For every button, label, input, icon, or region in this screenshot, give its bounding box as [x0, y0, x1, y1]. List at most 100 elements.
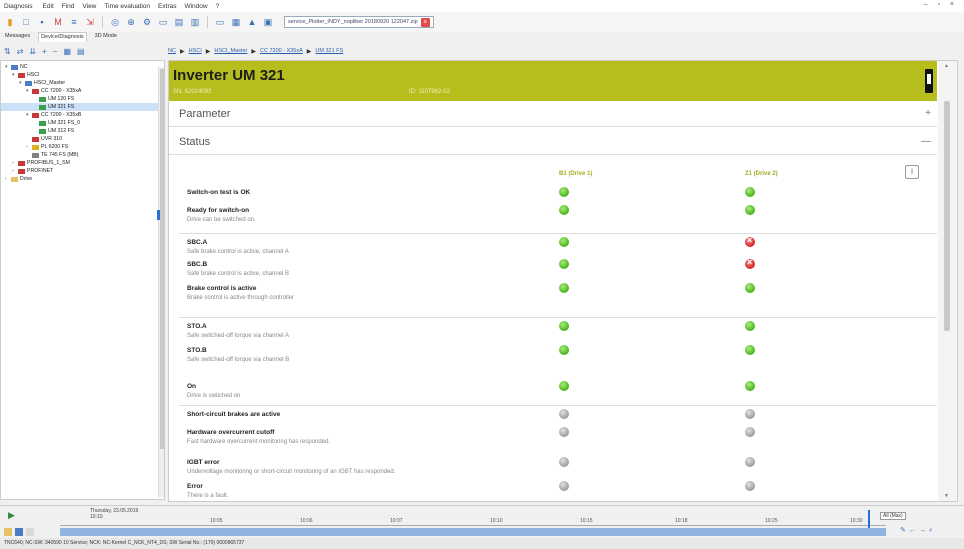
- remove-icon[interactable]: −: [53, 47, 58, 56]
- tree-node[interactable]: UM 120 FS: [1, 95, 164, 103]
- tree-node[interactable]: UVR 310: [1, 135, 164, 143]
- scrollbar-thumb[interactable]: [944, 101, 950, 331]
- panel-icon[interactable]: ▥: [189, 16, 201, 28]
- breadcrumb-cc7200[interactable]: CC 7200 - X35xA: [260, 48, 303, 54]
- window-controls[interactable]: – ▫ ×: [924, 1, 958, 8]
- scroll-down-icon[interactable]: ▼: [944, 493, 949, 499]
- zip-icon[interactable]: ▣: [262, 16, 274, 28]
- settings-icon[interactable]: ⚙: [141, 16, 153, 28]
- tree-node[interactable]: › PROFIBUS_1_SM: [1, 159, 164, 167]
- scroll-up-icon[interactable]: ▲: [944, 63, 949, 69]
- grid-view-icon[interactable]: ▦: [63, 47, 71, 56]
- menu-view[interactable]: View: [82, 3, 96, 10]
- tree-node[interactable]: ▾ NC: [1, 63, 164, 71]
- device-node-icon: [32, 136, 39, 142]
- new-icon[interactable]: □: [20, 16, 32, 28]
- timeline-tick: 10:07: [390, 518, 403, 524]
- back-icon[interactable]: ←: [909, 527, 919, 534]
- window-icon[interactable]: ▭: [157, 16, 169, 28]
- status-row: Hardware overcurrent cutoff Fast hardware…: [169, 427, 937, 449]
- menu-help[interactable]: ?: [216, 3, 220, 10]
- tree-node-label: UM 321 FS: [48, 104, 75, 110]
- device-node-icon: [25, 80, 32, 86]
- tree-node[interactable]: ▾ CC 7200 - X35xA: [1, 87, 164, 95]
- legend-gray-icon[interactable]: [26, 528, 34, 536]
- status-led-drive1-icon: [559, 321, 569, 331]
- tree-node-label: HSCI_Master: [34, 80, 66, 86]
- tree-node[interactable]: › PROFINET: [1, 167, 164, 175]
- grid-icon[interactable]: ▦: [230, 16, 242, 28]
- forward-icon[interactable]: →: [919, 527, 929, 534]
- tree-node-label: PL 6200 FS: [41, 144, 69, 150]
- chart-icon[interactable]: ▲: [246, 16, 258, 28]
- breadcrumb-hsci-master[interactable]: HSCI_Master: [214, 48, 247, 54]
- status-label: SBC.A: [187, 239, 208, 246]
- timeline-tick: 10:10: [490, 518, 503, 524]
- connect-icon[interactable]: ◎: [109, 16, 121, 28]
- zoom-icon[interactable]: ⌕: [929, 527, 936, 534]
- open-file-tab[interactable]: service_Plotter_INDY_nopliber 20180920 1…: [284, 16, 434, 28]
- expand-icon[interactable]: +: [925, 108, 931, 119]
- tree-node[interactable]: TE 745 FS (MB): [1, 151, 164, 159]
- play-icon[interactable]: ▶: [8, 510, 15, 521]
- section-status[interactable]: Status —: [169, 129, 937, 155]
- tab-3d-mode[interactable]: 3D Mode: [93, 32, 119, 42]
- timeline-tick: 10:18: [675, 518, 688, 524]
- save-icon[interactable]: ▪: [36, 16, 48, 28]
- tree-node[interactable]: › PL 6200 FS: [1, 143, 164, 151]
- tab-messages[interactable]: Messages: [3, 32, 32, 42]
- timeline-cursor[interactable]: [868, 510, 870, 528]
- export-icon[interactable]: ⇲: [84, 16, 96, 28]
- add-icon[interactable]: +: [42, 47, 47, 56]
- main-scrollbar[interactable]: ▲ ▼: [938, 61, 957, 501]
- filter-icon[interactable]: ≡: [68, 16, 80, 28]
- timeline-axis[interactable]: 10:05 10:06 10:07 10:10 10:15 10:18 10:2…: [60, 516, 886, 526]
- zoom-select[interactable]: All (Max): [880, 512, 906, 520]
- tree-node[interactable]: UM 312 FS: [1, 127, 164, 135]
- menu-extras[interactable]: Extras: [158, 3, 176, 10]
- monitor-icon[interactable]: ▭: [214, 16, 226, 28]
- open-icon[interactable]: ▮: [4, 16, 16, 28]
- tree-node[interactable]: UM 321 FS_0: [1, 119, 164, 127]
- pen-icon[interactable]: ✎: [900, 527, 909, 534]
- legend-blue-icon[interactable]: [15, 528, 23, 536]
- tree-node[interactable]: UM 321 FS: [1, 103, 164, 111]
- status-label: Switch-on test is OK: [187, 189, 251, 196]
- status-led-drive2-icon: [745, 205, 755, 215]
- tree-node[interactable]: ▾ HSCI_Master: [1, 79, 164, 87]
- tree-node[interactable]: ▾ CC 7200 - X35xB: [1, 111, 164, 119]
- menu-time-evaluation[interactable]: Time evaluation: [104, 3, 150, 10]
- tree-node[interactable]: › Drive: [1, 175, 164, 183]
- tree-node-label: PROFIBUS_1_SM: [27, 160, 70, 166]
- timeline-range-bar[interactable]: [60, 528, 886, 536]
- tab-device-diagnosis[interactable]: Device/Diagnosis: [38, 32, 87, 42]
- status-label: SBC.B: [187, 261, 208, 268]
- collapse-icon[interactable]: ⇄: [17, 47, 24, 56]
- breadcrumb-nc[interactable]: NC: [168, 48, 176, 54]
- menu-find[interactable]: Find: [62, 3, 75, 10]
- record-icon[interactable]: M: [52, 16, 64, 28]
- group-divider: [179, 233, 937, 234]
- tree-node-label: UM 321 FS_0: [48, 120, 81, 126]
- menu-edit[interactable]: Edit: [43, 3, 54, 10]
- list-view-icon[interactable]: ▤: [77, 47, 85, 56]
- breadcrumb-hsci[interactable]: HSCI: [189, 48, 202, 54]
- info-button[interactable]: i: [905, 165, 919, 179]
- status-label: IGBT error: [187, 459, 220, 466]
- layout-icon[interactable]: ▤: [173, 16, 185, 28]
- sort-icon[interactable]: ⇊: [29, 47, 36, 56]
- network-icon[interactable]: ⊕: [125, 16, 137, 28]
- status-led-drive2-icon: [745, 187, 755, 197]
- menu-window[interactable]: Window: [184, 3, 207, 10]
- legend-folder-icon[interactable]: [4, 528, 12, 536]
- timeline: ▶ Thursday, 23.05.2019 10:10 10:05 10:06…: [0, 505, 964, 537]
- expand-icon[interactable]: ⇅: [4, 47, 11, 56]
- tree-node[interactable]: ▾ HSCI: [1, 71, 164, 79]
- tree-scrollbar[interactable]: [158, 67, 164, 497]
- scrollbar-thumb[interactable]: [160, 69, 164, 449]
- close-file-icon[interactable]: ×: [420, 17, 430, 27]
- device-node-icon: [18, 72, 25, 78]
- collapse-icon[interactable]: —: [921, 136, 931, 147]
- breadcrumb-um321[interactable]: UM 321 FS: [315, 48, 343, 54]
- section-parameter[interactable]: Parameter +: [169, 101, 937, 127]
